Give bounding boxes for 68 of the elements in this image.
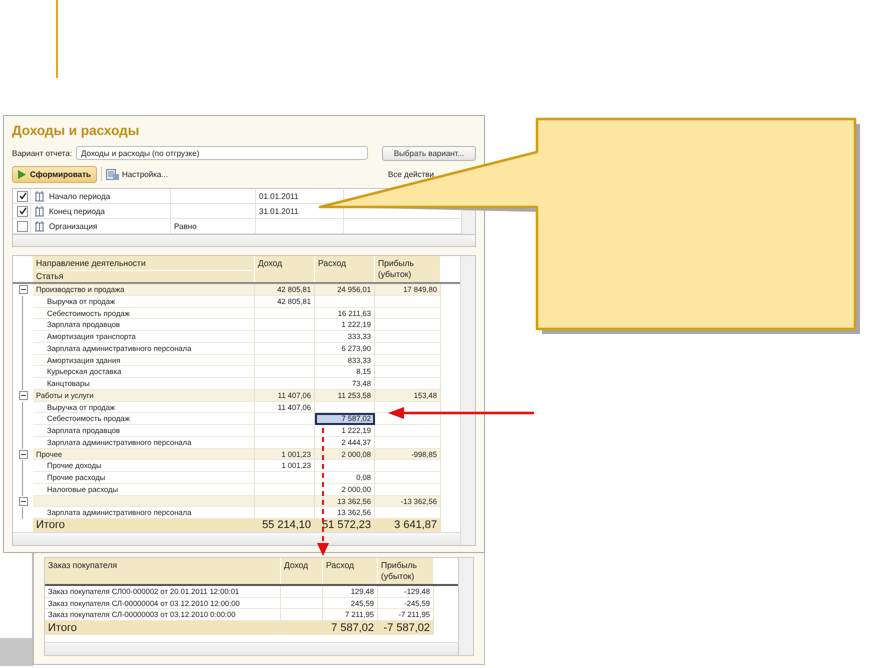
- scrollbar[interactable]: [460, 256, 475, 545]
- column-header: Прибыль (убыток): [375, 256, 441, 282]
- window-title: Доходы и расходы: [12, 122, 140, 140]
- column-header: Расход: [315, 256, 375, 282]
- parameter-name: Конец периода: [49, 206, 105, 216]
- table-cell: [255, 425, 315, 437]
- column-header: Статья: [36, 270, 251, 282]
- parameter-value[interactable]: 01.01.2011: [259, 192, 298, 200]
- collapse-icon[interactable]: [18, 496, 28, 506]
- table-cell: [281, 620, 323, 634]
- table-cell: [281, 586, 323, 598]
- table-cell: [255, 308, 315, 320]
- collapse-icon[interactable]: [18, 285, 28, 294]
- scrollbar[interactable]: [45, 642, 458, 655]
- table-cell: [375, 342, 441, 354]
- parameter-icon: [34, 220, 45, 232]
- table-cell: [255, 366, 315, 378]
- table-cell: [375, 425, 441, 437]
- table-cell: [375, 319, 441, 331]
- table-cell: [375, 460, 441, 472]
- table-cell: Итого: [45, 620, 281, 634]
- collapse-icon[interactable]: [18, 391, 28, 400]
- scrollbar[interactable]: [13, 532, 460, 545]
- column-header: Направление деятельности: [36, 258, 147, 269]
- checkbox[interactable]: [17, 206, 28, 216]
- table-cell: [375, 354, 441, 366]
- collapse-icon[interactable]: [18, 450, 28, 459]
- table-cell: Итого: [33, 519, 255, 532]
- table-cell: [375, 296, 441, 308]
- column-header: Доход: [255, 256, 315, 282]
- scrollbar[interactable]: [458, 557, 474, 656]
- checkbox[interactable]: [17, 190, 28, 202]
- condition-text: Равно: [174, 222, 197, 230]
- settings-icon[interactable]: [106, 168, 119, 180]
- table-cell: [375, 308, 441, 320]
- parameter-value[interactable]: 31.01.2011: [259, 206, 298, 216]
- table-cell: [375, 366, 441, 378]
- choose-variant-button[interactable]: Выбрать вариант...: [382, 146, 476, 160]
- variant-label: Вариант отчета:: [12, 148, 72, 158]
- checkbox[interactable]: [17, 220, 28, 232]
- table-cell: [255, 342, 315, 354]
- play-icon: [18, 170, 26, 178]
- table-cell: [255, 472, 315, 484]
- table-cell: [281, 598, 323, 609]
- table-cell: [255, 496, 315, 508]
- table-cell: 7 587,02: [323, 620, 378, 634]
- parameter-icon: [34, 206, 45, 216]
- table-cell: [375, 472, 441, 484]
- settings-button[interactable]: Настройка...: [122, 170, 168, 178]
- table-cell: -7 587,02: [378, 620, 434, 634]
- column-header: Доход: [281, 558, 323, 584]
- scrollbar[interactable]: [12, 234, 476, 247]
- variant-field[interactable]: Доходы и расходы (по отгрузке): [76, 146, 368, 160]
- parameter-name: Организация: [49, 222, 98, 230]
- column-header: Прибыль (убыток): [378, 558, 434, 584]
- column-header: Расход: [323, 558, 378, 584]
- all-actions-menu[interactable]: Все действи: [388, 170, 434, 178]
- parameter-name: Начало периода: [49, 192, 110, 200]
- scrollbar[interactable]: [461, 209, 475, 234]
- table-cell: 55 214,10: [255, 519, 315, 532]
- parameter-icon: [34, 190, 45, 202]
- table-cell: [255, 319, 315, 331]
- table-cell: [255, 331, 315, 343]
- table-cell: [375, 331, 441, 343]
- table-cell: 3 641,87: [375, 519, 441, 532]
- column-header: Заказ покупателя: [45, 558, 281, 584]
- generate-button[interactable]: Сформировать: [12, 166, 97, 182]
- table-cell: [255, 354, 315, 366]
